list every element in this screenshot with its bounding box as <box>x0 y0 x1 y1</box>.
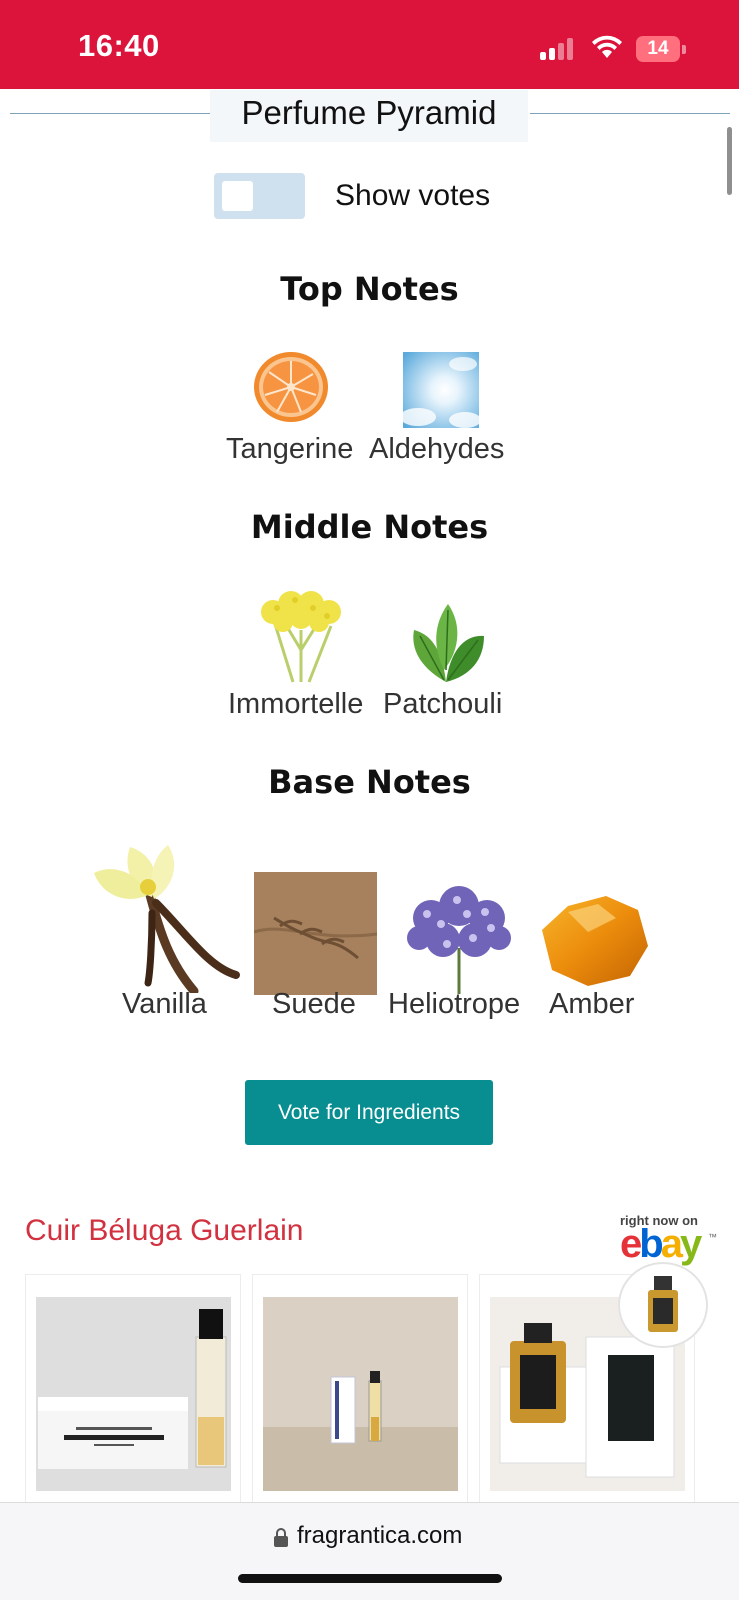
base-notes-title: Base Notes <box>268 763 471 801</box>
suede-icon[interactable] <box>254 872 377 995</box>
show-votes-label[interactable]: Show votes <box>335 178 490 214</box>
note-patchouli[interactable]: Patchouli <box>383 688 502 721</box>
middle-notes-title: Middle Notes <box>250 508 489 546</box>
ebay-logo[interactable]: ebay <box>620 1222 702 1267</box>
note-vanilla[interactable]: Vanilla <box>122 988 207 1021</box>
toggle-knob <box>222 181 253 211</box>
product-thumbnail-image <box>648 1276 678 1332</box>
wifi-icon <box>592 35 622 58</box>
vanilla-icon[interactable] <box>90 843 244 993</box>
battery-icon: 14 <box>636 36 686 62</box>
heliotrope-icon[interactable] <box>401 878 517 994</box>
top-notes-title: Top Notes <box>280 270 459 308</box>
product-card[interactable] <box>25 1274 241 1510</box>
ebay-section-title[interactable]: Cuir Béluga Guerlain <box>25 1214 303 1248</box>
battery-level: 14 <box>647 38 669 59</box>
ebay-trademark: ™ <box>708 1232 717 1242</box>
home-indicator[interactable] <box>238 1574 502 1583</box>
product-image <box>36 1297 231 1491</box>
amber-icon[interactable] <box>538 892 650 988</box>
note-suede[interactable]: Suede <box>272 988 356 1021</box>
pyramid-title: Perfume Pyramid <box>241 94 497 131</box>
vote-for-ingredients-button[interactable]: Vote for Ingredients <box>245 1080 493 1145</box>
header-divider-right <box>530 113 730 114</box>
pyramid-header: Perfume Pyramid <box>210 90 528 142</box>
show-votes-toggle[interactable] <box>214 173 305 219</box>
tangerine-icon[interactable] <box>253 350 330 424</box>
status-time: 16:40 <box>78 28 160 63</box>
aldehydes-icon[interactable] <box>403 352 479 428</box>
note-tangerine[interactable]: Tangerine <box>226 433 353 466</box>
browser-address-bar[interactable] <box>0 1502 739 1600</box>
header-divider-left <box>10 113 210 114</box>
url-text[interactable]: fragrantica.com <box>297 1522 462 1550</box>
note-heliotrope[interactable]: Heliotrope <box>388 988 520 1021</box>
page-scrollbar[interactable] <box>727 127 732 195</box>
lock-icon <box>274 1528 288 1547</box>
cellular-signal-icon <box>540 38 578 60</box>
immortelle-icon[interactable] <box>253 590 349 684</box>
product-image <box>263 1297 458 1491</box>
floating-product-thumbnail[interactable] <box>618 1262 708 1348</box>
patchouli-icon[interactable] <box>404 600 488 684</box>
note-immortelle[interactable]: Immortelle <box>228 688 363 721</box>
product-card[interactable] <box>252 1274 468 1510</box>
note-aldehydes[interactable]: Aldehydes <box>369 433 504 466</box>
status-bar: 16:40 14 <box>0 0 739 89</box>
note-amber[interactable]: Amber <box>549 988 634 1021</box>
